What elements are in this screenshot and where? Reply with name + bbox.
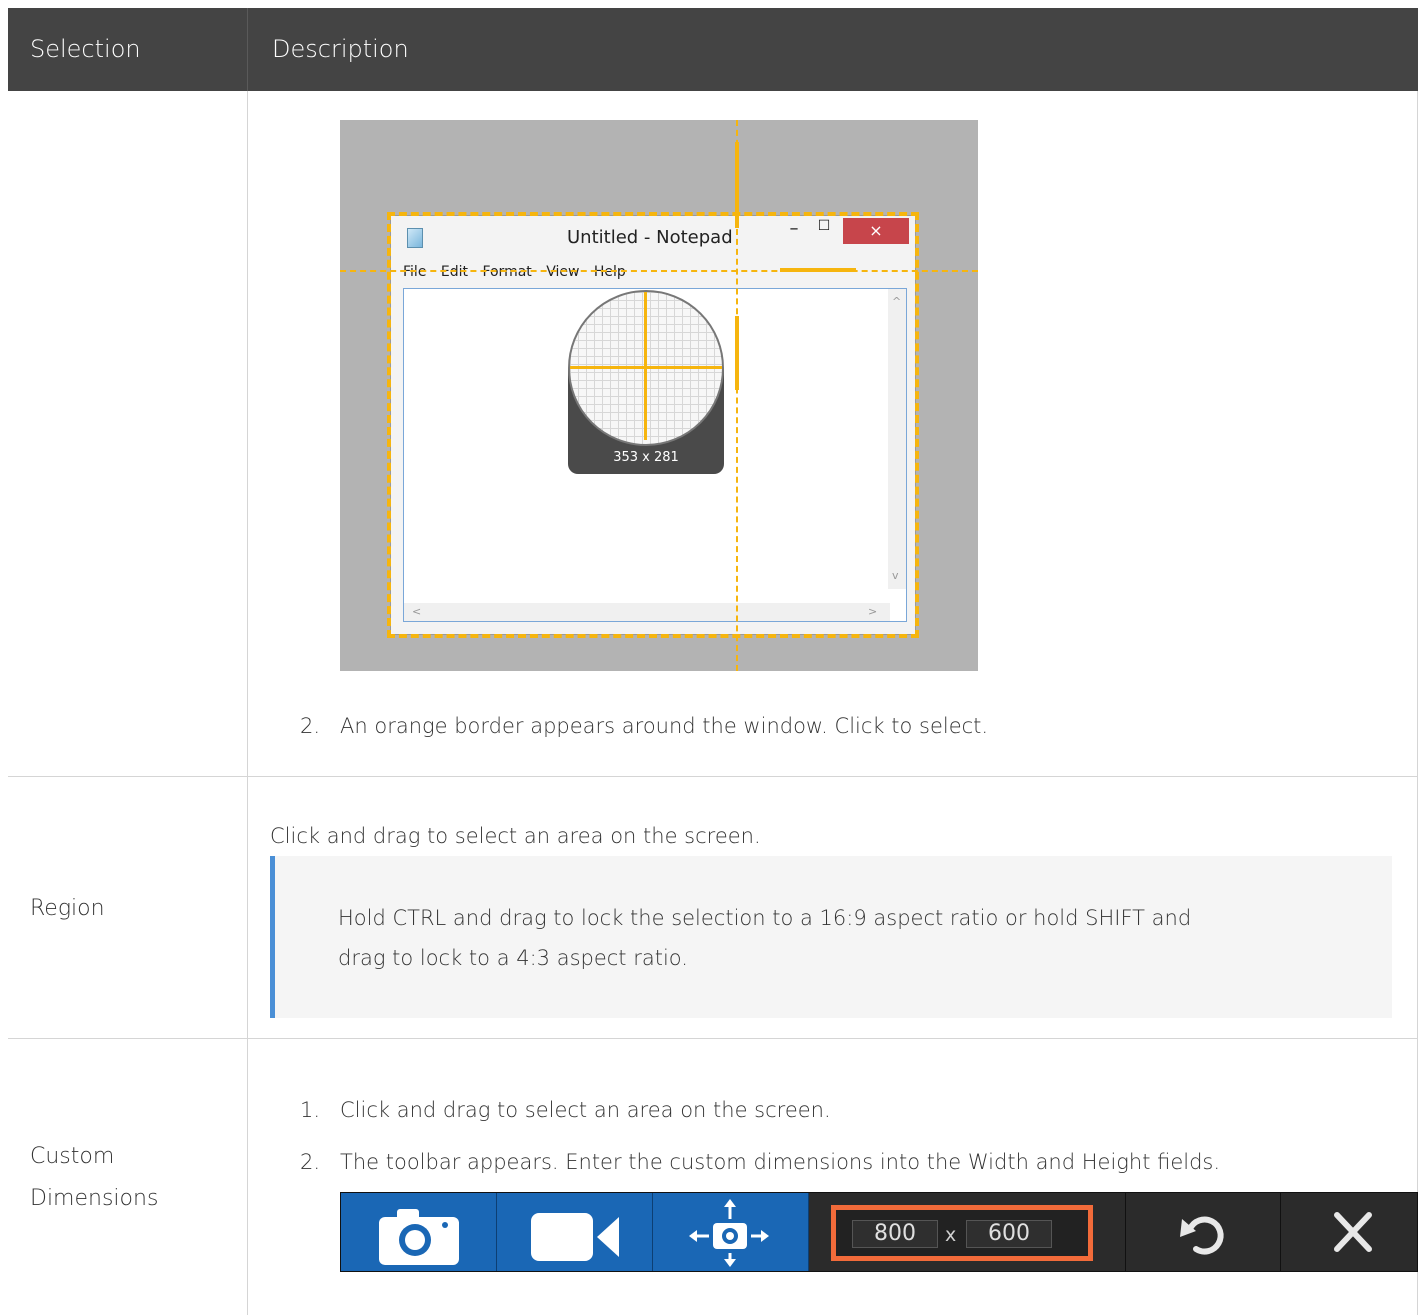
row-divider [8, 776, 1418, 777]
redo-selection-button[interactable] [1125, 1193, 1281, 1271]
height-field[interactable]: 600 [966, 1220, 1052, 1248]
region-description: Click and drag to select an area on the … [270, 824, 761, 848]
step-number: 1. [300, 1098, 321, 1122]
capture-toolbar: 800 x 600 [340, 1192, 1418, 1272]
close-icon [1334, 1212, 1372, 1252]
header-selection: Selection [30, 35, 141, 63]
capture-video-button[interactable] [497, 1193, 653, 1271]
column-divider [247, 91, 248, 1315]
header-description: Description [272, 35, 409, 63]
row-label-custom-dimensions-line-2: Dimensions [30, 1186, 159, 1211]
capture-image-button[interactable] [341, 1193, 497, 1271]
selection-table: Selection Description Untitled - Notepad… [8, 8, 1418, 1315]
step-number: 2. [300, 714, 321, 738]
horizontal-crosshair-guide [340, 270, 978, 272]
note-callout: Hold CTRL and drag to lock the selection… [270, 856, 1392, 1018]
note-text-line-2: drag to lock to a 4:3 aspect ratio. [338, 946, 688, 970]
width-field[interactable]: 800 [852, 1220, 938, 1248]
table-header: Selection Description [8, 8, 1418, 91]
notepad-window-selection-illustration: Untitled - Notepad – ☐ × File Edit Forma… [340, 120, 978, 671]
crosshair-segment [735, 316, 739, 390]
dimension-separator: x [945, 1224, 957, 1246]
magnifier: 353 x 281 [568, 290, 724, 474]
close-toolbar-button[interactable] [1281, 1193, 1418, 1271]
camera-icon [379, 1209, 459, 1265]
crosshair-segment [780, 268, 856, 272]
video-camera-icon [531, 1213, 619, 1261]
magnifier-dimension-readout: 353 x 281 [613, 450, 679, 465]
step-number: 2. [300, 1150, 321, 1174]
custom-dimensions-box: 800 x 600 [831, 1205, 1093, 1261]
step-text: Click and drag to select an area on the … [340, 1098, 831, 1122]
crosshair-segment [735, 142, 739, 228]
step-text: The toolbar appears. Enter the custom di… [340, 1150, 1221, 1174]
header-divider [247, 8, 248, 91]
magnifier-vertical-line [644, 292, 647, 440]
step-text: An orange border appears around the wind… [340, 714, 989, 738]
note-text-line-1: Hold CTRL and drag to lock the selection… [338, 906, 1192, 930]
redo-icon [1180, 1216, 1224, 1255]
row-label-region: Region [30, 896, 105, 921]
move-selection-button[interactable] [653, 1193, 809, 1271]
row-label-custom-dimensions-line-1: Custom [30, 1144, 115, 1169]
row-divider [8, 1038, 1418, 1039]
move-camera-icon [689, 1199, 769, 1267]
